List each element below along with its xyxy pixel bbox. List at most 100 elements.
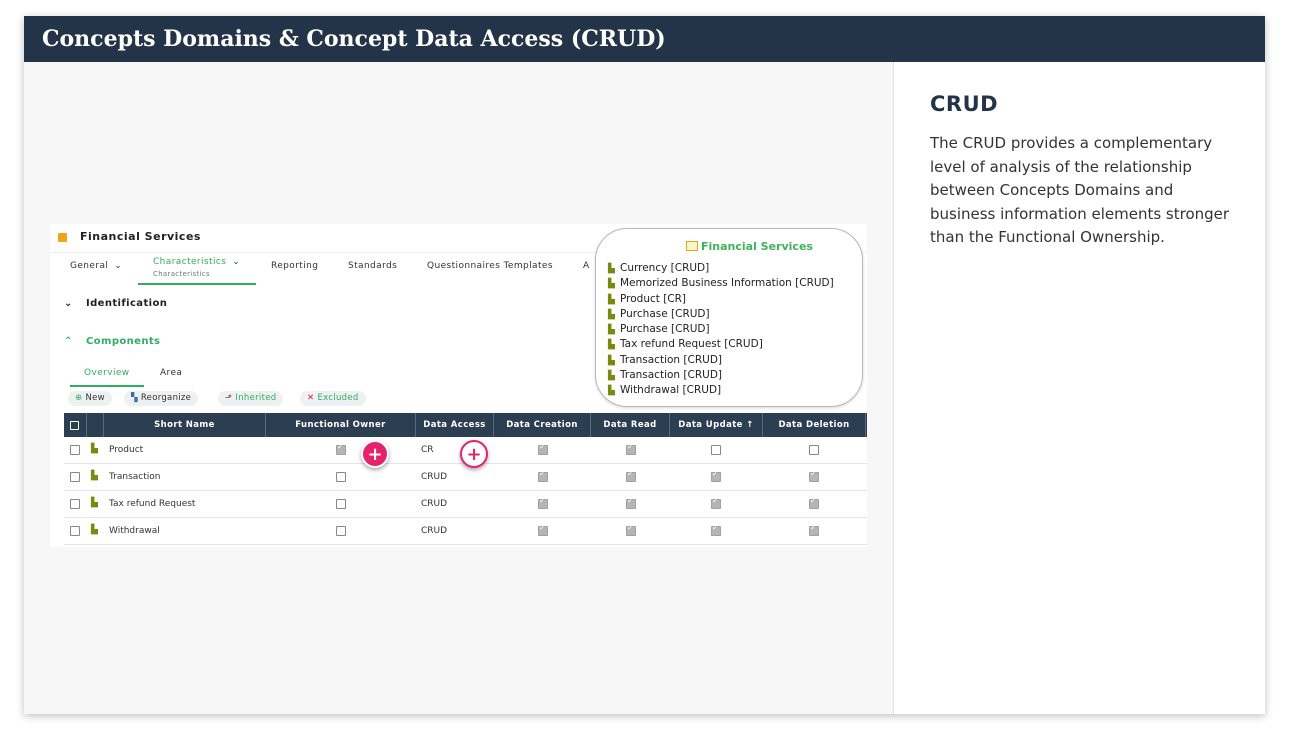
column-data-access[interactable]: Data Access (416, 413, 494, 437)
column-short-name[interactable]: Short Name (104, 413, 266, 437)
functional-owner-checkbox[interactable] (336, 499, 346, 509)
row-short-name[interactable]: Transaction (109, 464, 161, 490)
component-icon: ▙ (608, 309, 615, 320)
column-data-deletion[interactable]: Data Deletion (763, 413, 866, 437)
icon-column-header (87, 413, 104, 437)
folder-icon (686, 241, 698, 251)
chevron-down-icon: ⌄ (232, 257, 241, 267)
sort-up-icon: ↑ (746, 420, 754, 430)
callout-item: ▙ Transaction [CRUD] (608, 353, 834, 368)
callout-item: ▙ Purchase [CRUD] (608, 307, 834, 322)
tab-characteristics[interactable]: Characteristics ⌄ (153, 257, 240, 267)
crud-description: The CRUD provides a complementary level … (930, 134, 1230, 246)
data-deletion-checkbox[interactable] (809, 469, 819, 482)
row-short-name[interactable]: Tax refund Request (109, 491, 195, 517)
component-icon: ▙ (91, 471, 98, 481)
tab-overflow[interactable]: A (583, 261, 590, 271)
grid-header: Short Name Functional Owner Data Access … (64, 413, 867, 437)
new-button[interactable]: ⊕ New (68, 391, 112, 406)
tab-standards[interactable]: Standards (348, 261, 397, 271)
components-grid: Short Name Functional Owner Data Access … (64, 413, 867, 545)
active-subtab-underline (70, 385, 144, 387)
data-deletion-checkbox[interactable] (809, 445, 819, 455)
description-panel: CRUD The CRUD provides a complementary l… (893, 62, 1265, 714)
component-icon: ▙ (91, 444, 98, 454)
excluded-filter-button[interactable]: ✕ Excluded (300, 391, 366, 406)
row-short-name[interactable]: Product (109, 437, 143, 463)
callout-item: ▙ Tax refund Request [CRUD] (608, 337, 834, 352)
component-icon: ▙ (608, 340, 615, 351)
page-title: Concepts Domains & Concept Data Access (… (24, 16, 1265, 62)
data-deletion-checkbox[interactable] (809, 523, 819, 536)
column-data-creation[interactable]: Data Creation (494, 413, 591, 437)
tab-questionnaires-templates[interactable]: Questionnaires Templates (427, 261, 553, 271)
chevron-down-icon: ⌄ (64, 298, 73, 309)
column-functional-owner[interactable]: Functional Owner (266, 413, 416, 437)
functional-owner-checkbox[interactable] (336, 472, 346, 482)
data-read-checkbox[interactable] (626, 469, 636, 482)
table-row[interactable]: ▙ Transaction CRUD (64, 464, 867, 491)
component-icon: ▙ (91, 498, 98, 508)
data-read-checkbox[interactable] (626, 496, 636, 509)
data-creation-checkbox[interactable] (538, 523, 548, 536)
subtab-area[interactable]: Area (160, 368, 182, 378)
callout-item: ▙ Withdrawal [CRUD] (608, 383, 834, 398)
close-icon: ✕ (307, 393, 315, 403)
active-tab-underline (138, 283, 256, 285)
crud-callout: Financial Services ▙ Currency [CRUD] ▙ Memo… (595, 228, 863, 407)
row-select-checkbox[interactable] (70, 499, 80, 509)
row-select-checkbox[interactable] (70, 472, 80, 482)
functional-owner-checkbox[interactable] (336, 526, 346, 536)
crud-heading: CRUD (930, 92, 999, 116)
component-icon: ▙ (608, 264, 615, 274)
row-data-access: CRUD (421, 526, 448, 536)
row-short-name[interactable]: Withdrawal (109, 518, 160, 544)
data-creation-checkbox[interactable] (538, 496, 548, 509)
chevron-down-icon: ⌄ (114, 261, 123, 271)
callout-list: ▙ Currency [CRUD] ▙ Memorized Business Info… (608, 261, 834, 399)
row-data-access: CR (421, 445, 434, 455)
column-data-read[interactable]: Data Read (591, 413, 670, 437)
data-read-checkbox[interactable] (626, 523, 636, 536)
inherited-filter-button[interactable]: ⬏ Inherited (218, 391, 284, 406)
tab-reporting[interactable]: Reporting (271, 261, 318, 271)
table-row[interactable]: ▙ Withdrawal CRUD (64, 518, 867, 545)
tab-characteristics-sublabel: Characteristics (153, 270, 210, 278)
row-select-checkbox[interactable] (70, 526, 80, 536)
add-highlight-outline-icon: + (460, 440, 488, 468)
reorganize-icon: ▚ (131, 393, 138, 403)
subtab-overview[interactable]: Overview (84, 368, 130, 378)
add-highlight-icon: + (361, 440, 389, 468)
callout-item: ▙ Product [CR] (608, 292, 834, 307)
table-row[interactable]: ▙ Tax refund Request CRUD (64, 491, 867, 518)
data-creation-checkbox[interactable] (538, 442, 548, 455)
column-data-update[interactable]: Data Update ↑ (670, 413, 763, 437)
component-icon: ▙ (608, 325, 615, 336)
data-read-checkbox[interactable] (626, 442, 636, 455)
data-creation-checkbox[interactable] (538, 469, 548, 482)
component-icon: ▙ (608, 371, 615, 382)
inherited-icon: ⬏ (225, 393, 233, 403)
component-icon: ▙ (608, 355, 615, 366)
component-icon: ▙ (608, 279, 615, 290)
callout-item: ▙ Transaction [CRUD] (608, 368, 834, 383)
section-components[interactable]: ⌃ Components (64, 336, 160, 347)
functional-owner-checkbox[interactable] (336, 442, 346, 455)
tab-general[interactable]: General ⌄ (70, 261, 122, 271)
data-update-checkbox[interactable] (711, 496, 721, 509)
slide-frame: Concepts Domains & Concept Data Access (… (24, 16, 1265, 714)
data-deletion-checkbox[interactable] (809, 496, 819, 509)
component-icon: ▙ (608, 294, 615, 305)
select-all-header[interactable] (64, 413, 87, 437)
object-title: Financial Services (80, 230, 201, 243)
row-select-checkbox[interactable] (70, 445, 80, 455)
section-identification[interactable]: ⌄ Identification (64, 298, 167, 309)
data-update-checkbox[interactable] (711, 445, 721, 455)
data-update-checkbox[interactable] (711, 523, 721, 536)
data-update-checkbox[interactable] (711, 469, 721, 482)
reorganize-button[interactable]: ▚ Reorganize (124, 391, 199, 406)
object-icon (58, 233, 67, 242)
callout-item: ▙ Memorized Business Information [CRUD] (608, 276, 834, 291)
chevron-up-icon: ⌃ (64, 336, 73, 347)
select-all-checkbox[interactable] (70, 421, 79, 430)
